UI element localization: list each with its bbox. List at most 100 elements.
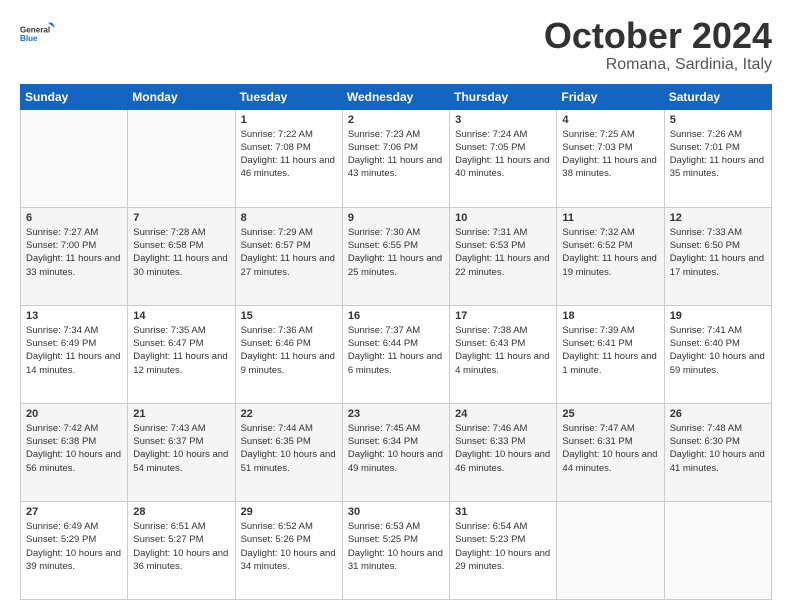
day-number: 28 <box>133 506 229 518</box>
calendar-cell: 28 Sunrise: 6:51 AMSunset: 5:27 PMDayligh… <box>128 501 235 599</box>
calendar-cell: 16 Sunrise: 7:37 AMSunset: 6:44 PMDayligh… <box>342 305 449 403</box>
title-block: October 2024 Romana, Sardinia, Italy <box>544 16 772 74</box>
logo: General Blue <box>20 16 56 52</box>
day-number: 5 <box>670 114 766 126</box>
day-number: 31 <box>455 506 551 518</box>
calendar-cell: 24Sunrise: 7:46 AMSunset: 6:33 PMDayligh… <box>450 403 557 501</box>
calendar-cell: 14 Sunrise: 7:35 AMSunset: 6:47 PMDayligh… <box>128 305 235 403</box>
day-info: Sunrise: 6:54 AMSunset: 5:23 PMDaylight:… <box>455 520 551 573</box>
day-info: Sunrise: 7:35 AMSunset: 6:47 PMDaylight:… <box>133 324 229 377</box>
day-number: 18 <box>562 310 658 322</box>
calendar-cell: 6Sunrise: 7:27 AMSunset: 7:00 PMDaylight… <box>21 207 128 305</box>
day-info: Sunrise: 7:39 AMSunset: 6:41 PMDaylight:… <box>562 324 658 377</box>
day-number: 20 <box>26 408 122 420</box>
day-number: 6 <box>26 212 122 224</box>
calendar-cell: 31 Sunrise: 6:54 AMSunset: 5:23 PMDayligh… <box>450 501 557 599</box>
svg-text:General: General <box>20 26 50 35</box>
day-number: 1 <box>241 114 337 126</box>
calendar-week-row: 27 Sunrise: 6:49 AMSunset: 5:29 PMDayligh… <box>21 501 772 599</box>
day-info: Sunrise: 7:26 AMSunset: 7:01 PMDaylight:… <box>670 128 766 181</box>
day-number: 3 <box>455 114 551 126</box>
calendar-cell: 8 Sunrise: 7:29 AMSunset: 6:57 PMDaylight… <box>235 207 342 305</box>
day-info: Sunrise: 7:34 AMSunset: 6:49 PMDaylight:… <box>26 324 122 377</box>
day-number: 13 <box>26 310 122 322</box>
day-number: 14 <box>133 310 229 322</box>
calendar-cell: 18 Sunrise: 7:39 AMSunset: 6:41 PMDayligh… <box>557 305 664 403</box>
day-info: Sunrise: 7:48 AMSunset: 6:30 PMDaylight:… <box>670 422 766 475</box>
day-info: Sunrise: 7:23 AMSunset: 7:06 PMDaylight:… <box>348 128 444 181</box>
weekday-header: Wednesday <box>342 84 449 109</box>
day-info: Sunrise: 7:36 AMSunset: 6:46 PMDaylight:… <box>241 324 337 377</box>
calendar-cell: 11 Sunrise: 7:32 AMSunset: 6:52 PMDayligh… <box>557 207 664 305</box>
logo-svg: General Blue <box>20 16 56 52</box>
calendar-cell <box>21 109 128 207</box>
weekday-header: Tuesday <box>235 84 342 109</box>
day-info: Sunrise: 7:29 AMSunset: 6:57 PMDaylight:… <box>241 226 337 279</box>
day-info: Sunrise: 7:47 AMSunset: 6:31 PMDaylight:… <box>562 422 658 475</box>
day-info: Sunrise: 7:38 AMSunset: 6:43 PMDaylight:… <box>455 324 551 377</box>
calendar-cell: 21Sunrise: 7:43 AMSunset: 6:37 PMDayligh… <box>128 403 235 501</box>
day-info: Sunrise: 7:44 AMSunset: 6:35 PMDaylight:… <box>241 422 337 475</box>
day-number: 11 <box>562 212 658 224</box>
calendar-cell: 20 Sunrise: 7:42 AMSunset: 6:38 PMDayligh… <box>21 403 128 501</box>
calendar-cell: 30Sunrise: 6:53 AMSunset: 5:25 PMDayligh… <box>342 501 449 599</box>
day-number: 29 <box>241 506 337 518</box>
calendar-cell <box>664 501 771 599</box>
day-number: 25 <box>562 408 658 420</box>
day-info: Sunrise: 7:42 AMSunset: 6:38 PMDaylight:… <box>26 422 122 475</box>
day-number: 27 <box>26 506 122 518</box>
day-number: 23 <box>348 408 444 420</box>
day-number: 19 <box>670 310 766 322</box>
day-number: 9 <box>348 212 444 224</box>
calendar-cell: 22 Sunrise: 7:44 AMSunset: 6:35 PMDayligh… <box>235 403 342 501</box>
calendar-cell: 12 Sunrise: 7:33 AMSunset: 6:50 PMDayligh… <box>664 207 771 305</box>
weekday-header: Saturday <box>664 84 771 109</box>
day-info: Sunrise: 6:53 AMSunset: 5:25 PMDaylight:… <box>348 520 444 573</box>
day-info: Sunrise: 7:31 AMSunset: 6:53 PMDaylight:… <box>455 226 551 279</box>
calendar-cell: 23Sunrise: 7:45 AMSunset: 6:34 PMDayligh… <box>342 403 449 501</box>
calendar-cell: 9 Sunrise: 7:30 AMSunset: 6:55 PMDaylight… <box>342 207 449 305</box>
calendar-week-row: 20 Sunrise: 7:42 AMSunset: 6:38 PMDayligh… <box>21 403 772 501</box>
day-info: Sunrise: 6:49 AMSunset: 5:29 PMDaylight:… <box>26 520 122 573</box>
calendar-cell: 1 Sunrise: 7:22 AMSunset: 7:08 PMDaylight… <box>235 109 342 207</box>
calendar-week-row: 6Sunrise: 7:27 AMSunset: 7:00 PMDaylight… <box>21 207 772 305</box>
month-title: October 2024 <box>544 16 772 56</box>
day-number: 10 <box>455 212 551 224</box>
day-info: Sunrise: 7:37 AMSunset: 6:44 PMDaylight:… <box>348 324 444 377</box>
day-info: Sunrise: 6:52 AMSunset: 5:26 PMDaylight:… <box>241 520 337 573</box>
day-number: 26 <box>670 408 766 420</box>
calendar-cell: 10 Sunrise: 7:31 AMSunset: 6:53 PMDayligh… <box>450 207 557 305</box>
calendar-cell: 2Sunrise: 7:23 AMSunset: 7:06 PMDaylight… <box>342 109 449 207</box>
header: General Blue October 2024 Romana, Sardin… <box>20 16 772 74</box>
calendar-cell <box>557 501 664 599</box>
day-info: Sunrise: 7:46 AMSunset: 6:33 PMDaylight:… <box>455 422 551 475</box>
calendar-cell: 19Sunrise: 7:41 AMSunset: 6:40 PMDayligh… <box>664 305 771 403</box>
calendar-cell: 29 Sunrise: 6:52 AMSunset: 5:26 PMDayligh… <box>235 501 342 599</box>
day-info: Sunrise: 7:33 AMSunset: 6:50 PMDaylight:… <box>670 226 766 279</box>
calendar-week-row: 13 Sunrise: 7:34 AMSunset: 6:49 PMDayligh… <box>21 305 772 403</box>
day-number: 17 <box>455 310 551 322</box>
day-info: Sunrise: 6:51 AMSunset: 5:27 PMDaylight:… <box>133 520 229 573</box>
day-number: 22 <box>241 408 337 420</box>
weekday-header: Sunday <box>21 84 128 109</box>
day-info: Sunrise: 7:32 AMSunset: 6:52 PMDaylight:… <box>562 226 658 279</box>
weekday-header: Friday <box>557 84 664 109</box>
day-number: 4 <box>562 114 658 126</box>
calendar-cell: 4Sunrise: 7:25 AMSunset: 7:03 PMDaylight… <box>557 109 664 207</box>
day-number: 15 <box>241 310 337 322</box>
day-number: 8 <box>241 212 337 224</box>
day-info: Sunrise: 7:30 AMSunset: 6:55 PMDaylight:… <box>348 226 444 279</box>
calendar-cell: 13 Sunrise: 7:34 AMSunset: 6:49 PMDayligh… <box>21 305 128 403</box>
calendar-table: SundayMondayTuesdayWednesdayThursdayFrid… <box>20 84 772 600</box>
day-number: 16 <box>348 310 444 322</box>
calendar-week-row: 1 Sunrise: 7:22 AMSunset: 7:08 PMDaylight… <box>21 109 772 207</box>
location-subtitle: Romana, Sardinia, Italy <box>544 56 772 74</box>
calendar-cell <box>128 109 235 207</box>
day-info: Sunrise: 7:24 AMSunset: 7:05 PMDaylight:… <box>455 128 551 181</box>
calendar-cell: 5 Sunrise: 7:26 AMSunset: 7:01 PMDaylight… <box>664 109 771 207</box>
day-info: Sunrise: 7:22 AMSunset: 7:08 PMDaylight:… <box>241 128 337 181</box>
day-number: 12 <box>670 212 766 224</box>
page: General Blue October 2024 Romana, Sardin… <box>0 0 792 612</box>
svg-text:Blue: Blue <box>20 34 38 43</box>
day-number: 21 <box>133 408 229 420</box>
